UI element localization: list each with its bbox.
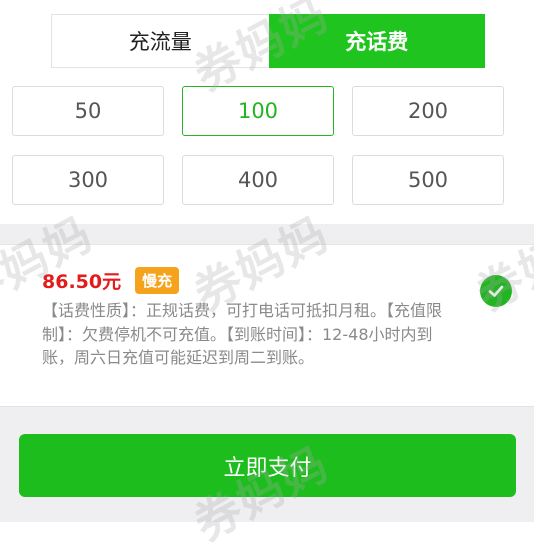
amount-option-400[interactable]: 400 [182,155,334,205]
product-option[interactable]: 86.50元 慢充 【话费性质】：正规话费，可打电话可抵扣月租。【充值限制】：欠… [0,244,534,407]
section-divider [0,224,534,244]
check-icon[interactable] [480,275,512,307]
tab-data-recharge[interactable]: 充流量 [51,14,269,68]
tab-phone-credit[interactable]: 充话费 [268,14,485,68]
price-row: 86.50元 慢充 [42,267,180,294]
pay-now-button[interactable]: 立即支付 [19,434,516,497]
amount-option-200[interactable]: 200 [352,86,504,136]
bottom-bar: 立即支付 [0,406,534,522]
amount-option-50[interactable]: 50 [12,86,164,136]
product-price: 86.50元 [42,271,122,293]
amount-option-300[interactable]: 300 [12,155,164,205]
amount-option-500[interactable]: 500 [352,155,504,205]
product-description: 【话费性质】：正规话费，可打电话可抵扣月租。【充值限制】：欠费停机不可充值。【到… [42,301,443,367]
tab-bar: 充流量 充话费 [51,14,485,68]
amount-option-100[interactable]: 100 [182,86,334,136]
recharge-type-tabs: 充流量 充话费 [0,0,534,82]
slow-recharge-badge: 慢充 [135,267,180,294]
